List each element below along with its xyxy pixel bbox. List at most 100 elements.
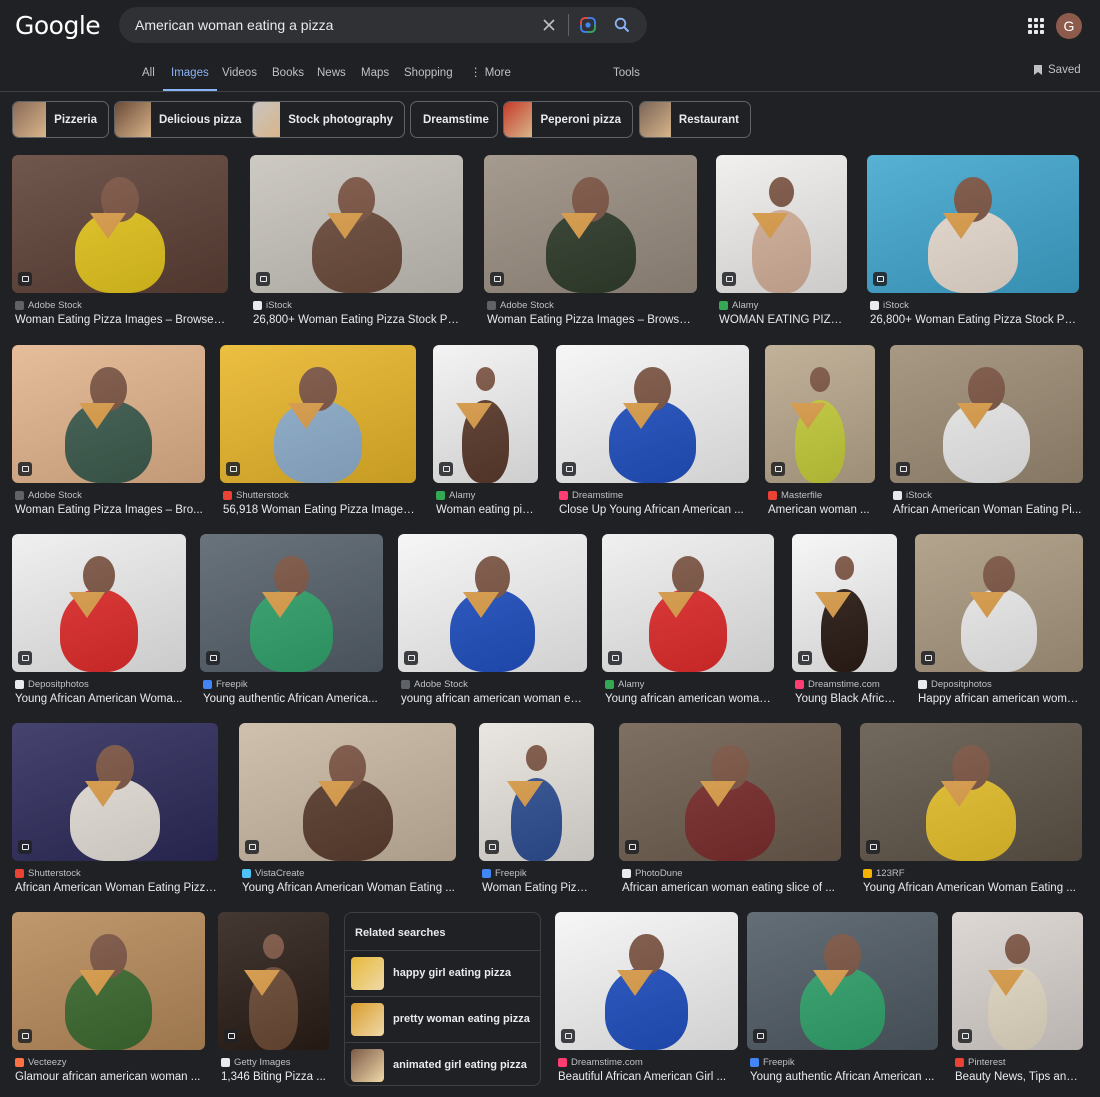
image-result[interactable]: Depositphotos Young African American Woma… (12, 534, 186, 712)
result-source[interactable]: PhotoDune (622, 868, 683, 879)
result-thumbnail[interactable] (765, 345, 875, 483)
google-logo[interactable]: Google (15, 11, 101, 40)
result-thumbnail[interactable] (12, 534, 186, 672)
image-result[interactable]: Adobe Stock young african american woman … (398, 534, 587, 712)
filter-chip[interactable]: Stock photography (252, 101, 405, 138)
result-source[interactable]: VistaCreate (242, 868, 304, 879)
apps-grid-icon[interactable] (1026, 16, 1046, 36)
result-thumbnail[interactable] (747, 912, 938, 1050)
result-thumbnail[interactable] (860, 723, 1082, 861)
image-result[interactable]: Getty Images 1,346 Biting Pizza ... (218, 912, 329, 1090)
image-result[interactable]: Adobe Stock Woman Eating Pizza Images – B… (12, 155, 228, 333)
result-thumbnail[interactable] (952, 912, 1083, 1050)
result-title[interactable]: Woman Eating Pizza Images – Browse 7... (15, 314, 227, 326)
result-thumbnail[interactable] (218, 912, 329, 1050)
filter-chip[interactable]: Restaurant (639, 101, 751, 138)
image-result[interactable]: iStock African American Woman Eating Pi..… (890, 345, 1083, 523)
result-thumbnail[interactable] (792, 534, 897, 672)
search-box[interactable] (119, 7, 647, 43)
result-thumbnail[interactable] (890, 345, 1083, 483)
result-title[interactable]: Glamour african american woman ... (15, 1071, 204, 1083)
related-item[interactable]: animated girl eating pizza (345, 1042, 540, 1087)
result-title[interactable]: African American Woman Eating Pi... (893, 504, 1082, 516)
tab-images[interactable]: Images (163, 66, 217, 92)
result-thumbnail[interactable] (398, 534, 587, 672)
image-result[interactable]: Shutterstock 56,918 Woman Eating Pizza Im… (220, 345, 416, 523)
saved-button[interactable]: Saved (1033, 64, 1081, 76)
result-thumbnail[interactable] (220, 345, 416, 483)
avatar[interactable]: G (1056, 13, 1082, 39)
image-result[interactable]: PhotoDune African american woman eating s… (619, 723, 841, 901)
lens-icon[interactable] (571, 7, 605, 43)
result-source[interactable]: Dreamstime.com (558, 1057, 643, 1068)
tab-tools[interactable]: Tools (613, 66, 640, 92)
result-source[interactable]: Freepik (203, 679, 248, 690)
result-thumbnail[interactable] (915, 534, 1083, 672)
result-title[interactable]: 56,918 Woman Eating Pizza Images... (223, 504, 415, 516)
tab-books[interactable]: Books (272, 66, 304, 92)
result-thumbnail[interactable] (479, 723, 594, 861)
image-result[interactable]: Dreamstime.com Young Black Africa... (792, 534, 897, 712)
result-source[interactable]: Adobe Stock (15, 300, 82, 311)
tab-news[interactable]: News (317, 66, 346, 92)
filter-chip[interactable]: Dreamstime (410, 101, 498, 138)
result-title[interactable]: Close Up Young African American ... (559, 504, 748, 516)
tab-more[interactable]: ⋮ More (470, 66, 511, 92)
result-source[interactable]: Dreamstime.com (795, 679, 880, 690)
result-thumbnail[interactable] (12, 912, 205, 1050)
result-source[interactable]: Vecteezy (15, 1057, 67, 1068)
result-title[interactable]: WOMAN EATING PIZZ... (719, 314, 846, 326)
result-source[interactable]: iStock (870, 300, 909, 311)
result-thumbnail[interactable] (555, 912, 738, 1050)
image-result[interactable]: Vecteezy Glamour african american woman .… (12, 912, 205, 1090)
clear-icon[interactable] (532, 7, 566, 43)
image-result[interactable]: Masterfile American woman ... (765, 345, 875, 523)
result-title[interactable]: Young african american woman... (605, 693, 773, 705)
result-thumbnail[interactable] (12, 155, 228, 293)
result-thumbnail[interactable] (12, 723, 218, 861)
result-thumbnail[interactable] (716, 155, 847, 293)
image-result[interactable]: Freepik Young authentic African American … (747, 912, 938, 1090)
result-source[interactable]: Shutterstock (223, 490, 289, 501)
tab-maps[interactable]: Maps (361, 66, 389, 92)
image-result[interactable]: Freepik Woman Eating Pizza ... (479, 723, 594, 901)
result-title[interactable]: 1,346 Biting Pizza ... (221, 1071, 328, 1083)
image-result[interactable]: Dreamstime.com Beautiful African American… (555, 912, 738, 1090)
result-source[interactable]: Getty Images (221, 1057, 291, 1068)
image-result[interactable]: iStock 26,800+ Woman Eating Pizza Stock P… (867, 155, 1079, 333)
result-thumbnail[interactable] (602, 534, 774, 672)
image-result[interactable]: Depositphotos Happy african american woma… (915, 534, 1083, 712)
result-title[interactable]: young african american woman eat... (401, 693, 586, 705)
result-thumbnail[interactable] (12, 345, 205, 483)
result-title[interactable]: Beautiful African American Girl ... (558, 1071, 737, 1083)
result-thumbnail[interactable] (433, 345, 538, 483)
result-title[interactable]: Woman Eating Pizza Images – Browse 7... (487, 314, 696, 326)
result-source[interactable]: Freepik (750, 1057, 795, 1068)
tab-videos[interactable]: Videos (222, 66, 257, 92)
result-title[interactable]: Happy african american woma... (918, 693, 1082, 705)
result-thumbnail[interactable] (239, 723, 456, 861)
result-source[interactable]: Shutterstock (15, 868, 81, 879)
result-source[interactable]: Alamy (719, 300, 758, 311)
result-title[interactable]: American woman ... (768, 504, 874, 516)
result-thumbnail[interactable] (556, 345, 749, 483)
result-title[interactable]: Young Black Africa... (795, 693, 896, 705)
related-item[interactable]: pretty woman eating pizza (345, 996, 540, 1041)
result-source[interactable]: Masterfile (768, 490, 822, 501)
image-result[interactable]: Adobe Stock Woman Eating Pizza Images – B… (484, 155, 697, 333)
result-source[interactable]: Freepik (482, 868, 527, 879)
image-result[interactable]: iStock 26,800+ Woman Eating Pizza Stock P… (250, 155, 463, 333)
result-source[interactable]: Depositphotos (918, 679, 992, 690)
result-title[interactable]: Beauty News, Tips and... (955, 1071, 1082, 1083)
result-title[interactable]: Woman eating pizz... (436, 504, 537, 516)
result-title[interactable]: Young authentic African America... (203, 693, 382, 705)
result-title[interactable]: Young African American Woman Eating ... (242, 882, 455, 894)
result-title[interactable]: Young African American Woma... (15, 693, 185, 705)
image-result[interactable]: Alamy WOMAN EATING PIZZ... (716, 155, 847, 333)
result-source[interactable]: Adobe Stock (15, 490, 82, 501)
filter-chip[interactable]: Pizzeria (12, 101, 109, 138)
image-result[interactable]: Alamy Young african american woman... (602, 534, 774, 712)
result-source[interactable]: Adobe Stock (401, 679, 468, 690)
result-title[interactable]: Young authentic African American ... (750, 1071, 937, 1083)
image-result[interactable]: Adobe Stock Woman Eating Pizza Images – B… (12, 345, 205, 523)
